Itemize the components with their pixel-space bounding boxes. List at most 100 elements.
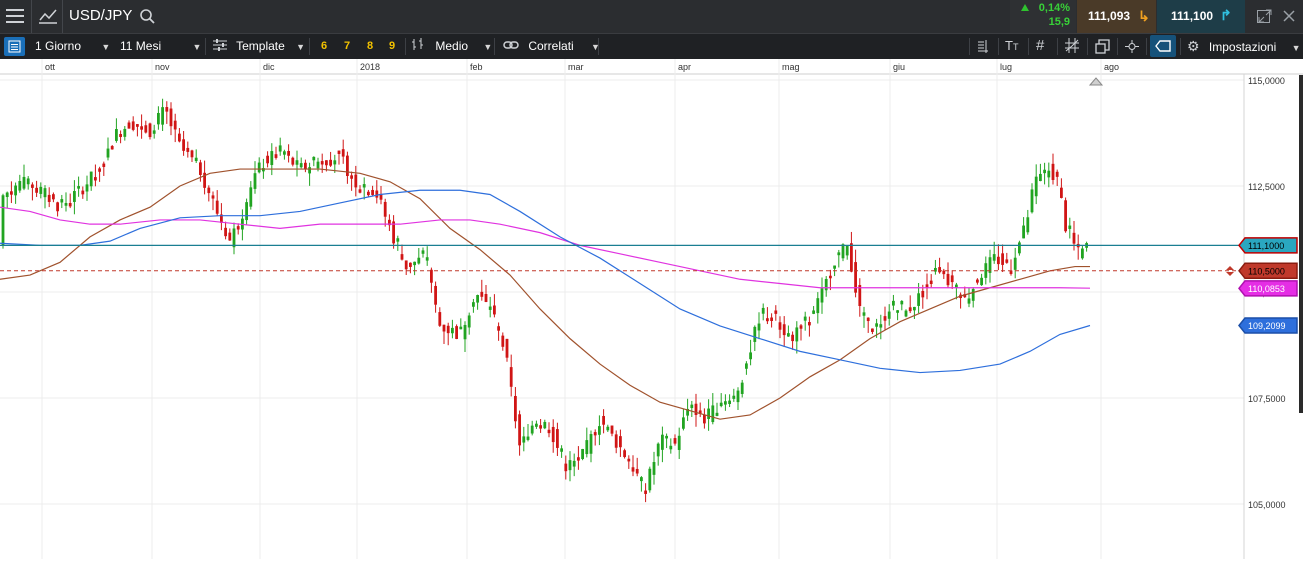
candle-body	[417, 257, 421, 264]
timeframe-select[interactable]: 1 Giorno ▼	[35, 34, 110, 59]
candle-body	[68, 203, 72, 207]
menu-icon[interactable]	[6, 9, 24, 24]
search-icon[interactable]	[139, 8, 156, 25]
range-select[interactable]: 11 Mesi ▼	[120, 34, 201, 59]
candle-body	[530, 425, 534, 434]
candle-body	[791, 334, 794, 342]
candle-body	[1060, 187, 1063, 198]
candle-body	[52, 194, 55, 200]
grid-icon[interactable]: #	[1036, 37, 1044, 54]
quick-8-button[interactable]: 8	[367, 34, 373, 59]
candle-body	[766, 318, 769, 322]
candle-body	[1039, 173, 1042, 182]
candle-body	[299, 163, 303, 168]
quick-6-button[interactable]: 6	[321, 34, 327, 59]
candle-body	[921, 290, 925, 298]
candle-body	[711, 405, 715, 423]
text-size-icon[interactable]: TT	[1005, 38, 1018, 53]
correlated-select[interactable]: Correlati ▼	[503, 34, 600, 59]
sell-button[interactable]: 111,093 ↳	[1077, 0, 1156, 33]
candle-body	[438, 312, 442, 326]
candle-body	[148, 123, 152, 138]
candle-body	[950, 275, 954, 283]
candle-body	[31, 184, 34, 188]
candle-body	[1072, 232, 1076, 244]
quick-9-button[interactable]: 9	[389, 34, 395, 59]
candle-body	[808, 322, 811, 326]
price-badge-label: 109,2099	[1248, 321, 1286, 331]
candle-body	[971, 288, 975, 301]
chevron-down-icon: ▼	[192, 42, 202, 52]
price-chart[interactable]: ott nov dic 2018 feb mar apr mag giu lug ago 115,00…	[0, 59, 1303, 559]
x-tick-label: ott	[45, 62, 56, 72]
candle-body	[543, 421, 547, 429]
candle-body	[5, 192, 9, 198]
candle-body	[648, 468, 652, 491]
candle-body	[119, 134, 122, 138]
crosshair-grid-icon[interactable]	[1064, 37, 1080, 59]
candle-body	[539, 425, 542, 429]
crosshair-icon[interactable]	[1124, 39, 1140, 59]
candle-body	[631, 467, 635, 472]
close-icon[interactable]	[1282, 9, 1296, 23]
candle-body	[472, 302, 475, 307]
candle-body	[896, 310, 899, 313]
candle-body	[291, 157, 295, 165]
candle-body	[396, 238, 400, 242]
candle-body	[690, 404, 694, 409]
chart-area[interactable]: ott nov dic 2018 feb mar apr mag giu lug ago 115,00…	[0, 59, 1303, 559]
candle-body	[904, 310, 908, 317]
symbol-title[interactable]: USD/JPY	[69, 7, 132, 24]
candle-body	[173, 120, 177, 130]
candle-body	[350, 175, 353, 179]
buy-button[interactable]: 111,100 ↱	[1157, 0, 1245, 33]
chevron-down-icon: ▼	[101, 42, 111, 52]
candle-body	[572, 460, 576, 467]
candle-body	[778, 322, 782, 330]
candle-body	[946, 273, 950, 286]
candle-body	[581, 448, 584, 459]
candle-body	[26, 178, 30, 185]
candle-body	[39, 186, 43, 194]
candle-body	[316, 161, 320, 169]
template-select[interactable]: Template ▼	[213, 34, 305, 59]
candle-body	[1018, 242, 1021, 254]
duplicate-icon[interactable]	[1095, 39, 1110, 59]
quick-7-button[interactable]: 7	[344, 34, 350, 59]
x-tick-label: ago	[1104, 62, 1119, 72]
candle-body	[593, 432, 597, 436]
candle-body	[367, 191, 370, 196]
candle-body	[1013, 257, 1017, 270]
list-icon[interactable]	[4, 37, 25, 56]
price-type-select[interactable]: Medio ▼	[412, 34, 492, 59]
x-tick-label: apr	[678, 62, 691, 72]
price-label-toggle[interactable]	[1150, 35, 1176, 57]
candle-body	[371, 189, 374, 195]
candle-body	[224, 227, 227, 237]
candle-body	[614, 434, 618, 448]
candle-body	[1068, 225, 1072, 229]
candle-body	[362, 184, 366, 188]
candle-body	[123, 128, 127, 137]
candle-body	[547, 429, 551, 434]
y-tick-label: 105,0000	[1248, 500, 1286, 510]
price-badge-label: 110,0853	[1248, 284, 1285, 294]
candle-body	[1081, 248, 1084, 259]
candle-body	[81, 190, 85, 195]
candle-body	[421, 250, 425, 254]
divider	[62, 0, 63, 33]
candle-body	[908, 307, 912, 312]
chevron-down-icon: ▼	[483, 42, 493, 52]
candle-body	[560, 448, 563, 452]
candle-body	[400, 254, 404, 260]
chart-toolbar: 1 Giorno ▼ 11 Mesi ▼ Template ▼ 6 7 8 9 …	[0, 33, 1303, 59]
candle-body	[913, 306, 916, 311]
expand-icon[interactable]	[1258, 9, 1272, 23]
candle-body	[425, 257, 429, 261]
candle-body	[627, 458, 631, 462]
candle-body	[522, 436, 526, 443]
x-tick-label: mar	[568, 62, 584, 72]
settings-select[interactable]: ⚙ Impostazioni ▼	[1187, 34, 1301, 59]
document-icon[interactable]	[976, 39, 990, 59]
chart-line-icon[interactable]	[38, 8, 58, 25]
